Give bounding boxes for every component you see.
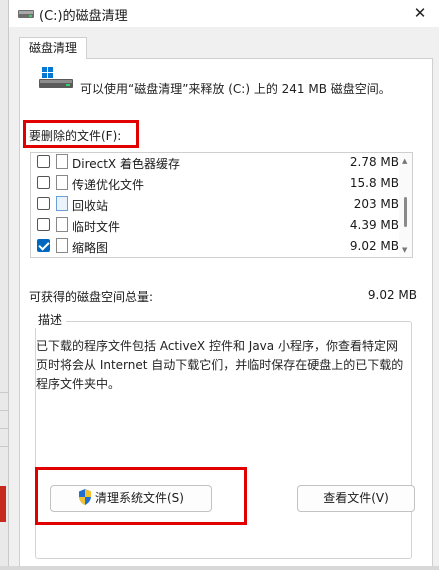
list-item[interactable]: 传递优化文件 15.8 MB: [31, 173, 399, 194]
scroll-thumb[interactable]: [404, 197, 407, 227]
disk-cleanup-app-icon: [18, 10, 34, 18]
background-bottom-edge: [0, 566, 439, 570]
checkbox[interactable]: [37, 176, 50, 189]
file-list[interactable]: DirectX 着色器缓存 2.78 MB 传递优化文件 15.8 MB 回收站…: [30, 152, 413, 258]
item-name: 回收站: [72, 199, 109, 213]
intro-text: 可以使用“磁盘清理”来释放 (C:) 上的 241 MB 磁盘空间。: [80, 82, 391, 96]
file-icon: [56, 175, 68, 190]
item-size: 203 MB: [353, 197, 399, 211]
total-space-label: 可获得的磁盘空间总量:: [29, 290, 154, 304]
background-window-edge: [0, 0, 8, 570]
total-space-value: 9.02 MB: [367, 288, 417, 302]
window-title: (C:)的磁盘清理: [39, 9, 128, 24]
list-scrollbar[interactable]: ▲ ▼: [399, 153, 412, 257]
drive-icon: [39, 67, 73, 88]
checkbox[interactable]: [37, 218, 50, 231]
item-name: 缩略图: [72, 241, 109, 255]
disk-cleanup-window: (C:)的磁盘清理 ✕ 磁盘清理 可以使用“磁盘清理”来释放 (C:) 上的 2…: [8, 0, 439, 566]
tab-disk-cleanup[interactable]: 磁盘清理: [19, 37, 87, 59]
checkbox[interactable]: [37, 197, 50, 210]
view-files-label: 查看文件(V): [323, 491, 389, 505]
recycle-bin-icon: [56, 196, 68, 211]
checkbox[interactable]: [37, 155, 50, 168]
highlight-box-clean-button: [35, 467, 247, 525]
item-size: 15.8 MB: [349, 176, 399, 190]
description-text: 已下载的程序文件包括 ActiveX 控件和 Java 小程序，你查看特定网页时…: [36, 339, 404, 391]
item-size: 4.39 MB: [349, 218, 399, 232]
description-title: 描述: [34, 311, 67, 328]
file-icon: [56, 238, 68, 253]
scroll-down-arrow-icon[interactable]: ▼: [402, 246, 407, 254]
title-bar[interactable]: (C:)的磁盘清理 ✕: [9, 0, 439, 27]
highlight-box-files-label: [23, 120, 139, 148]
item-name: 传递优化文件: [72, 178, 145, 192]
list-item[interactable]: 缩略图 9.02 MB: [31, 236, 399, 257]
tab-panel: 可以使用“磁盘清理”来释放 (C:) 上的 241 MB 磁盘空间。 要删除的文…: [19, 58, 433, 566]
checkbox-checked[interactable]: [37, 239, 50, 252]
file-icon: [56, 217, 68, 232]
item-size: 9.02 MB: [349, 239, 399, 253]
scroll-up-arrow-icon[interactable]: ▲: [402, 157, 407, 165]
file-icon: [56, 154, 68, 169]
view-files-button[interactable]: 查看文件(V): [297, 485, 415, 512]
item-size: 2.78 MB: [349, 155, 399, 169]
item-name: 临时文件: [72, 220, 121, 234]
item-name: DirectX 着色器缓存: [72, 157, 180, 171]
list-item[interactable]: 临时文件 4.39 MB: [31, 215, 399, 236]
list-item[interactable]: 回收站 203 MB: [31, 194, 399, 215]
list-item[interactable]: DirectX 着色器缓存 2.78 MB: [31, 153, 399, 173]
close-button[interactable]: ✕: [406, 2, 434, 24]
